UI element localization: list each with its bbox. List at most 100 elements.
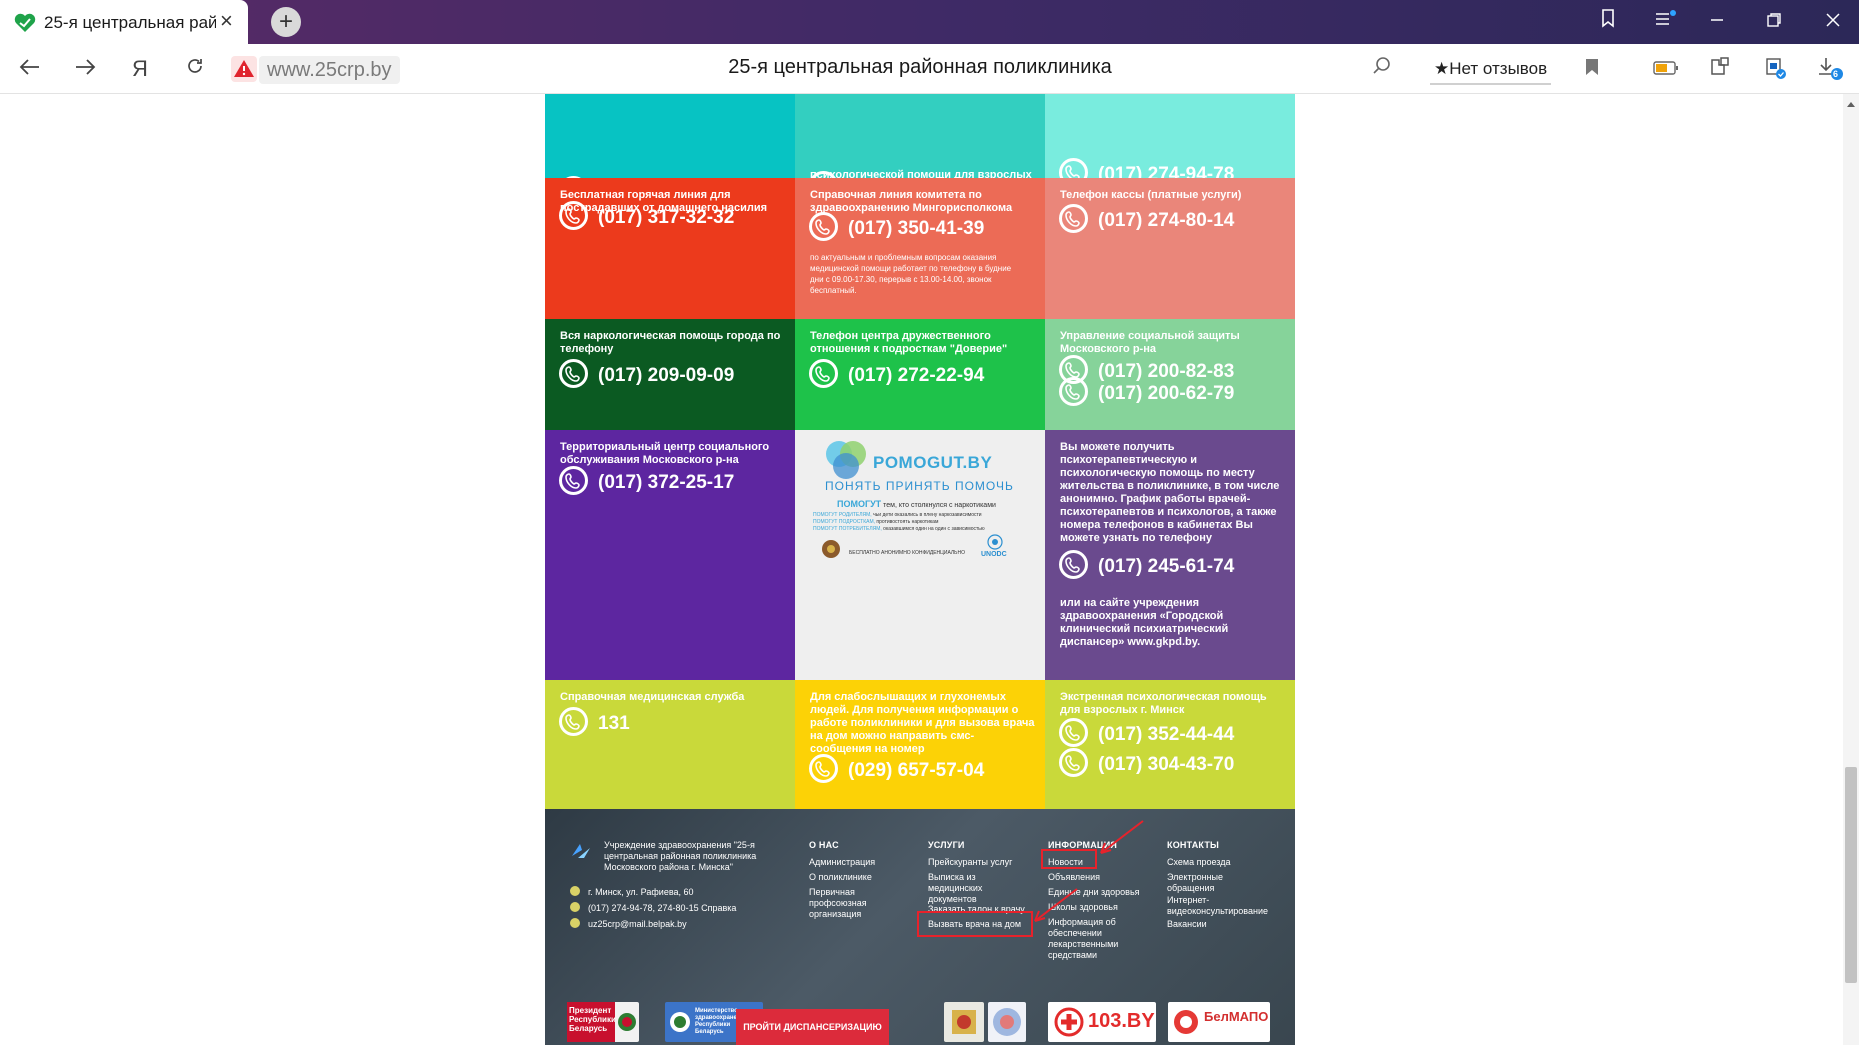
- tab-close-icon[interactable]: ×: [220, 9, 233, 33]
- collections-icon[interactable]: [1592, 8, 1626, 36]
- phone-handset-icon: [559, 707, 588, 737]
- logo-campaign-2[interactable]: [988, 1002, 1026, 1042]
- contact-label: Для слабослышащих и глухонемых людей. Дл…: [810, 691, 1035, 755]
- scroll-up-icon[interactable]: [1846, 100, 1856, 108]
- restore-icon[interactable]: [1757, 8, 1791, 36]
- phone-handset-icon: [1059, 158, 1088, 178]
- pomogut-line-2-prefix: ПОМОГУТ РОДИТЕЛЯМ,: [813, 512, 872, 518]
- security-warning-icon[interactable]: [231, 56, 257, 82]
- campaign-image-icon: [952, 1010, 976, 1034]
- un-emblem-icon: [987, 534, 1003, 550]
- dispensary-button[interactable]: ПРОЙТИ ДИСПАНСЕРИЗАЦИЮ: [736, 1009, 889, 1045]
- back-arrow-icon[interactable]: [12, 54, 48, 84]
- phone-number-text: (017) 372-25-17: [598, 472, 735, 493]
- phone-number-text: (017) 317-32-32: [598, 207, 735, 228]
- phone-handset-icon: [1059, 748, 1088, 778]
- downloads-badge: 6: [1833, 69, 1839, 79]
- phone-number-text: (029) 657-57-04: [848, 760, 985, 781]
- logo-belmapo-text: БелМАПО: [1204, 1009, 1269, 1024]
- contact-cell: Территориальный центр социального обслуж…: [545, 430, 795, 680]
- logo-president-text: Президент Республики Беларусь: [567, 1002, 615, 1042]
- pomogut-line-2: ПОМОГУТ РОДИТЕЛЯМ, чьи дети оказались в …: [813, 512, 982, 518]
- logo-president[interactable]: Президент Республики Беларусь: [567, 1002, 639, 1042]
- profile-sync-icon[interactable]: [1760, 56, 1790, 84]
- scrollbar-thumb[interactable]: [1845, 767, 1857, 983]
- phone-handset-icon: [559, 359, 588, 389]
- battery-icon[interactable]: [1651, 56, 1681, 84]
- forward-arrow-icon[interactable]: [67, 54, 103, 84]
- contact-cell: (017) 274-29-61: [545, 94, 795, 178]
- tab-title: 25-я центральная районна: [44, 13, 216, 32]
- page-viewport: (017) 274-29-61психологической помощи дл…: [0, 94, 1859, 1045]
- reload-icon[interactable]: [177, 54, 213, 84]
- contact-cell: Управление социальной защиты Московского…: [1045, 319, 1295, 430]
- browser-tab-bar: 25-я центральная районна × +: [0, 0, 1859, 44]
- contact-cell: психологической помощи для взрослых (тел…: [795, 94, 1045, 178]
- phone-number[interactable]: (017) 352-44-44: [1059, 718, 1235, 750]
- pomogut-line-2-text: чьи дети оказались в плену наркозависимо…: [871, 512, 982, 518]
- contact-cell: Справочная линия комитета по здравоохран…: [795, 178, 1045, 319]
- logo-103by[interactable]: 103.BY: [1048, 1002, 1156, 1042]
- downloads-icon[interactable]: 6: [1815, 56, 1845, 84]
- phone-handset-icon: [559, 466, 588, 496]
- phone-number-text: 131: [598, 713, 630, 734]
- minimize-icon[interactable]: [1700, 8, 1734, 36]
- contact-cell: Телефон кассы (платные услуги) (017) 274-…: [1045, 178, 1295, 319]
- contact-cell: Бесплатная горячая линия для пострадавши…: [545, 178, 795, 319]
- phone-number[interactable]: (017) 304-43-70: [1059, 748, 1234, 780]
- extensions-icon[interactable]: [1705, 56, 1735, 84]
- contact-footnote: или на сайте учреждения здравоохранения …: [1060, 597, 1229, 648]
- phone-number-text: (017) 245-61-74: [1098, 556, 1235, 577]
- phone-number[interactable]: (017) 274-94-78: [1059, 158, 1234, 178]
- menu-icon[interactable]: [1648, 8, 1682, 36]
- logo-campaign-1[interactable]: [944, 1002, 984, 1042]
- contact-cell: Вся наркологическая помощь города по тел…: [545, 319, 795, 430]
- phone-handset-icon: [1059, 204, 1088, 234]
- contact-label: Территориальный центр социального обслуж…: [560, 441, 770, 466]
- search-icon[interactable]: [1367, 56, 1397, 84]
- ministry-emblem-icon: [822, 540, 840, 558]
- pomogut-line-4-prefix: ПОМОГУТ ПОТРЕБИТЕЛЯМ,: [813, 526, 882, 532]
- contact-label: Справочная медицинская служба: [560, 691, 745, 703]
- phone-number-text: (017) 352-44-44: [1098, 724, 1235, 745]
- browser-tab-active[interactable]: 25-я центральная районна ×: [0, 0, 248, 44]
- phone-handset-icon: [809, 212, 838, 242]
- address-bar[interactable]: www.25crp.by: [259, 56, 400, 84]
- phone-number[interactable]: 131: [559, 707, 630, 739]
- phone-number-text: (017) 274-80-14: [1098, 210, 1235, 231]
- unodc-label: UNODC: [981, 551, 1007, 558]
- contact-note: по актуальным и проблемным вопросам оказ…: [810, 253, 1012, 295]
- pomogut-line-4-text: оказавшимся один на один с зависимостью: [881, 526, 985, 532]
- phone-number[interactable]: (017) 317-32-32: [559, 201, 735, 233]
- site-favicon-icon: [14, 13, 36, 33]
- logo-belmapo[interactable]: БелМАПО: [1168, 1002, 1270, 1042]
- contact-label: Вся наркологическая помощь города по тел…: [560, 330, 781, 355]
- close-window-icon[interactable]: [1816, 8, 1850, 36]
- new-tab-icon[interactable]: +: [271, 7, 301, 37]
- pomogut-line-1-prefix: ПОМОГУТ: [837, 499, 882, 509]
- phone-number[interactable]: (017) 372-25-17: [559, 466, 735, 498]
- phone-number[interactable]: (017) 209-09-09: [559, 359, 734, 391]
- phone-handset-icon: [1059, 718, 1088, 748]
- phone-number[interactable]: (017) 274-80-14: [1059, 204, 1235, 236]
- contact-cell: POMOGUT.BY ПОНЯТЬ ПРИНЯТЬ ПОМОЧЬ ПОМОГУТ т…: [795, 430, 1045, 680]
- phone-number[interactable]: (017) 350-41-39: [809, 212, 985, 244]
- belmapo-emblem-icon: [1174, 1010, 1198, 1034]
- phone-number[interactable]: (017) 200-62-79: [1059, 377, 1234, 409]
- phone-number[interactable]: (029) 657-57-04: [809, 754, 985, 786]
- contact-cell: Справочная медицинская служба 131: [545, 680, 795, 809]
- phone-handset-icon: [1059, 377, 1088, 407]
- phone-number-text: (017) 350-41-39: [848, 218, 985, 239]
- yandex-icon[interactable]: Я: [122, 54, 158, 84]
- contact-cell: Вы можете получить психотерапевтическую …: [1045, 430, 1295, 680]
- pomogut-banner[interactable]: POMOGUT.BY ПОНЯТЬ ПРИНЯТЬ ПОМОЧЬ ПОМОГУТ т…: [795, 430, 1045, 680]
- contact-label: Вы можете получить психотерапевтическую …: [1060, 441, 1280, 544]
- phone-number[interactable]: (017) 272-22-94: [809, 359, 984, 391]
- phone-number[interactable]: (017) 245-61-74: [1059, 550, 1235, 582]
- contact-cell: Для слабослышащих и глухонемых людей. Дл…: [795, 680, 1045, 809]
- pomogut-logo-icon: [826, 441, 866, 479]
- pomogut-line-1: ПОМОГУТ тем, кто столкнулся с наркотикам…: [837, 499, 996, 509]
- phone-handset-icon: [809, 754, 838, 784]
- reviews-button[interactable]: ★Нет отзывов: [1430, 53, 1552, 85]
- bookmark-icon[interactable]: [1577, 56, 1607, 84]
